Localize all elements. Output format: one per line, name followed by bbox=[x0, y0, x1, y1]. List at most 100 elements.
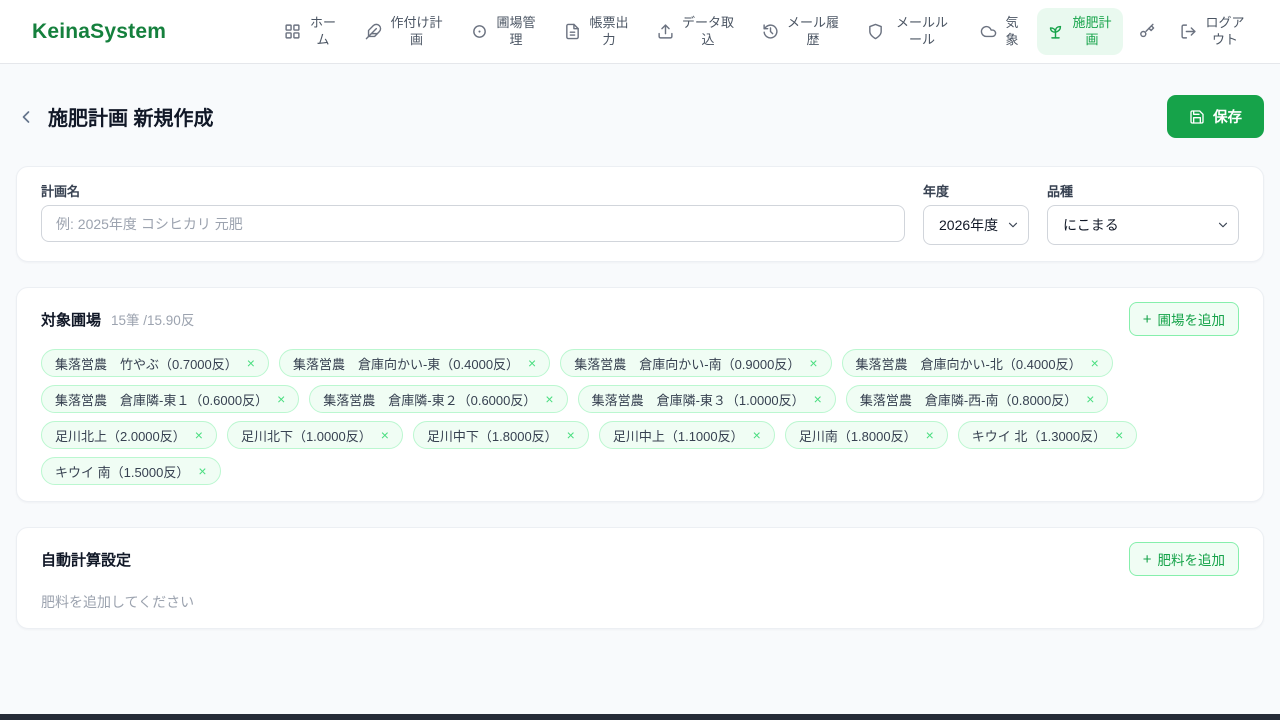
variety-select[interactable]: にこまる bbox=[1047, 205, 1239, 245]
field-chip-label: 足川南（1.8000反） bbox=[798, 428, 917, 444]
remove-field-icon[interactable]: × bbox=[753, 428, 761, 442]
save-button-label: 保存 bbox=[1213, 110, 1242, 126]
feather-icon bbox=[365, 23, 382, 40]
field-chip-label: 足川北下（1.0000反） bbox=[240, 428, 372, 444]
target-fields-card: 対象圃場 15筆 /15.90反 + 圃場を追加 集落営農 竹やぶ（0.7000… bbox=[16, 287, 1264, 502]
remove-field-icon[interactable]: × bbox=[809, 356, 817, 370]
year-group: 年度 2026年度 bbox=[923, 181, 1029, 245]
field-chip-list: 集落営農 竹やぶ（0.7000反） × 集落営農 倉庫向かい-東（0.4000反）… bbox=[41, 349, 1239, 485]
shield-icon bbox=[867, 23, 884, 40]
field-chip: 集落営農 倉庫隣-東３（1.0000反） × bbox=[577, 385, 836, 413]
auto-calc-card: 自動計算設定 + 肥料を追加 肥料を追加してください bbox=[16, 527, 1264, 629]
nav-item-label: データ取込 bbox=[681, 14, 734, 47]
plan-name-label: 計画名 bbox=[41, 184, 81, 199]
nav-item-label: ログアウト bbox=[1205, 14, 1245, 47]
nav-item-report-output[interactable]: 帳票出力 bbox=[554, 8, 640, 56]
document-icon bbox=[564, 23, 581, 40]
plus-icon: + bbox=[1142, 310, 1152, 328]
remove-field-icon[interactable]: × bbox=[567, 428, 575, 442]
auto-calc-title: 自動計算設定 bbox=[41, 551, 132, 569]
field-chip: 集落営農 倉庫向かい-東（0.4000反） × bbox=[278, 349, 551, 377]
field-chip: 集落営農 倉庫隣-西-南（0.8000反） × bbox=[845, 385, 1109, 413]
nav-item-label: ホーム bbox=[309, 14, 336, 47]
field-chip-label: 集落営農 竹やぶ（0.7000反） bbox=[55, 356, 238, 372]
field-chip: 集落営農 倉庫向かい-北（0.4000反） × bbox=[841, 349, 1113, 377]
field-chip-label: 集落営農 倉庫向かい-東（0.4000反） bbox=[292, 356, 520, 372]
field-chip: 集落営農 倉庫向かい-南（0.9000反） × bbox=[560, 349, 832, 377]
field-chip-label: 足川中上（1.1000反） bbox=[612, 428, 744, 444]
add-fertilizer-button[interactable]: + 肥料を追加 bbox=[1128, 542, 1239, 576]
history-clock-icon bbox=[762, 23, 779, 40]
plan-name-group: 計画名 bbox=[41, 181, 905, 245]
logout-icon bbox=[1180, 23, 1197, 40]
nav-item-logout[interactable]: ログアウト bbox=[1170, 8, 1256, 56]
remove-field-icon[interactable]: × bbox=[1086, 392, 1094, 406]
remove-field-icon[interactable]: × bbox=[381, 428, 389, 442]
year-select[interactable]: 2026年度 bbox=[923, 205, 1029, 245]
field-chip: 足川北上（2.0000反） × bbox=[41, 421, 217, 449]
nav-item-label: メールルール bbox=[895, 14, 948, 47]
remove-field-icon[interactable]: × bbox=[1115, 428, 1123, 442]
field-chip-label: 足川北上（2.0000反） bbox=[55, 428, 186, 444]
cloud-icon bbox=[980, 23, 997, 40]
back-button[interactable] bbox=[16, 107, 36, 127]
nav-item-home[interactable]: ホーム bbox=[274, 8, 348, 56]
remove-field-icon[interactable]: × bbox=[195, 428, 203, 442]
nav-item-planting-plan[interactable]: 作付け計画 bbox=[355, 8, 454, 56]
nav-item-weather[interactable]: 気象 bbox=[970, 8, 1030, 56]
remove-field-icon[interactable]: × bbox=[814, 392, 822, 406]
remove-field-icon[interactable]: × bbox=[926, 428, 934, 442]
nav-item-label: 作付け計画 bbox=[390, 14, 443, 47]
add-field-button-label: 圃場を追加 bbox=[1157, 313, 1226, 328]
variety-group: 品種 にこまる bbox=[1047, 181, 1239, 245]
field-chip: 足川南（1.8000反） × bbox=[784, 421, 948, 449]
nav-item-password-key[interactable] bbox=[1130, 16, 1163, 47]
field-chip: 足川中上（1.1000反） × bbox=[598, 421, 775, 449]
map-pin-icon bbox=[471, 23, 488, 40]
nav-item-fertilization-plan[interactable]: 施肥計画 bbox=[1037, 7, 1123, 56]
field-chip: 集落営農 倉庫隣-東２（0.6000反） × bbox=[309, 385, 568, 413]
field-chip: キウイ 南（1.5000反） × bbox=[41, 457, 221, 485]
plus-icon: + bbox=[1142, 550, 1152, 568]
plan-name-input[interactable] bbox=[41, 205, 905, 242]
main-nav: ホーム 作付け計画 圃場管理 帳票出力 データ取込 メール履歴 メールルール 気… bbox=[274, 7, 1256, 56]
fertilizer-empty-text: 肥料を追加してください bbox=[41, 594, 195, 610]
nav-item-label: 帳票出力 bbox=[589, 14, 629, 47]
variety-label: 品種 bbox=[1047, 184, 1074, 199]
remove-field-icon[interactable]: × bbox=[528, 356, 536, 370]
add-fertilizer-button-label: 肥料を追加 bbox=[1157, 553, 1226, 568]
remove-field-icon[interactable]: × bbox=[1091, 356, 1099, 370]
field-chip-label: 集落営農 倉庫隣-東２（0.6000反） bbox=[323, 392, 537, 408]
nav-item-field-management[interactable]: 圃場管理 bbox=[461, 8, 547, 56]
remove-field-icon[interactable]: × bbox=[247, 356, 255, 370]
nav-item-label: 圃場管理 bbox=[496, 14, 536, 47]
field-chip: 集落営農 倉庫隣-東１（0.6000反） × bbox=[41, 385, 300, 413]
field-chip: 足川中下（1.8000反） × bbox=[412, 421, 589, 449]
upload-icon bbox=[657, 23, 674, 40]
field-chip-label: 足川中下（1.8000反） bbox=[426, 428, 558, 444]
target-fields-title: 対象圃場 bbox=[41, 311, 102, 329]
nav-item-label: 施肥計画 bbox=[1072, 14, 1112, 47]
field-chip-label: 集落営農 倉庫隣-東１（0.6000反） bbox=[55, 392, 269, 408]
add-field-button[interactable]: + 圃場を追加 bbox=[1128, 302, 1239, 336]
field-chip-label: 集落営農 倉庫隣-西-南（0.8000反） bbox=[859, 392, 1078, 408]
year-label: 年度 bbox=[923, 184, 950, 199]
nav-item-label: 気象 bbox=[1005, 14, 1019, 47]
remove-field-icon[interactable]: × bbox=[545, 392, 553, 406]
nav-item-mail-rules[interactable]: メールルール bbox=[857, 8, 963, 56]
page-title-row: 施肥計画 新規作成 保存 bbox=[16, 95, 1264, 138]
field-chip-label: 集落営農 倉庫向かい-南（0.9000反） bbox=[574, 356, 801, 372]
app-header: KeinaSystem ホーム 作付け計画 圃場管理 帳票出力 データ取込 メー… bbox=[0, 0, 1280, 64]
nav-item-data-import[interactable]: データ取込 bbox=[647, 8, 745, 56]
chevron-left-icon bbox=[22, 110, 30, 123]
field-chip: 足川北下（1.0000反） × bbox=[226, 421, 403, 449]
plan-form-card: 計画名 年度 2026年度 品種 にこまる bbox=[16, 166, 1264, 262]
field-chip: キウイ 北（1.3000反） × bbox=[957, 421, 1138, 449]
sprout-icon bbox=[1047, 23, 1064, 40]
field-chip-label: キウイ 南（1.5000反） bbox=[55, 464, 190, 480]
save-button[interactable]: 保存 bbox=[1167, 95, 1264, 138]
page-title: 施肥計画 新規作成 bbox=[48, 108, 214, 130]
remove-field-icon[interactable]: × bbox=[198, 464, 206, 478]
nav-item-mail-history[interactable]: メール履歴 bbox=[752, 8, 850, 56]
remove-field-icon[interactable]: × bbox=[277, 392, 285, 406]
